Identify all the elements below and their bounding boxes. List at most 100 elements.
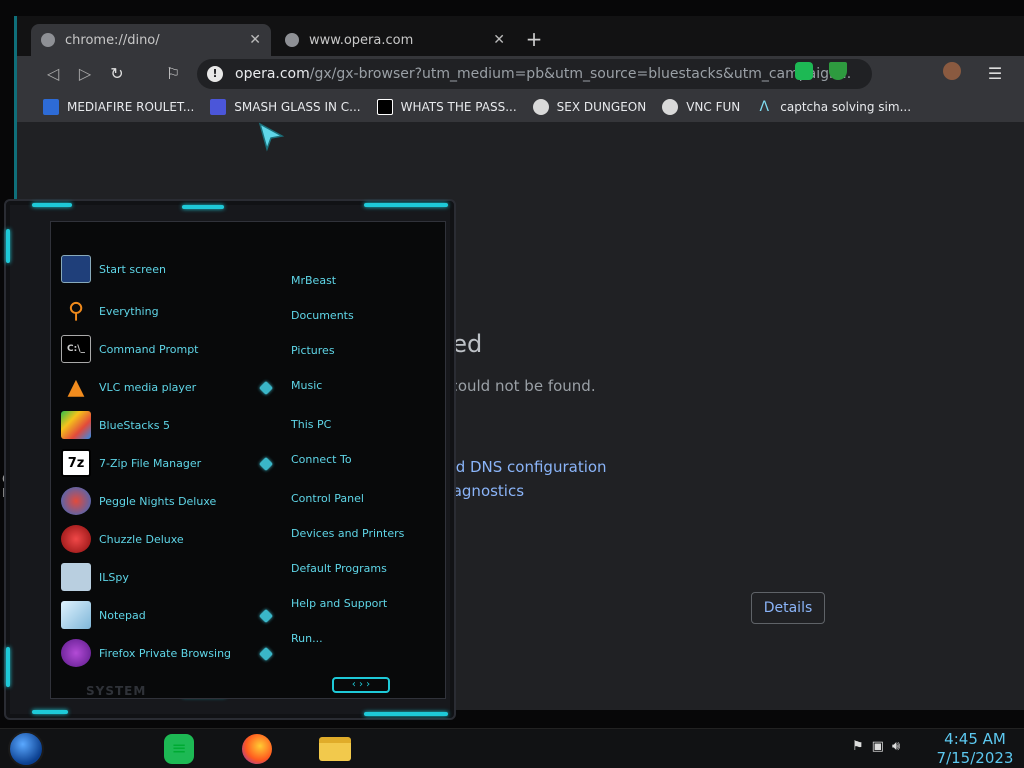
program-label: Start screen xyxy=(99,262,166,276)
tab-strip: chrome://dino/ ✕ www.opera.com ✕ + xyxy=(17,16,1024,56)
start-menu: Start screen ⚲ Everything C:\_ Command P… xyxy=(4,199,456,720)
cursor-icon xyxy=(258,122,285,152)
extension-shield-icon[interactable] xyxy=(829,62,847,80)
submenu-arrow-icon[interactable] xyxy=(258,646,274,662)
place-help-and-support[interactable]: Help and Support xyxy=(291,597,387,610)
place-this-pc[interactable]: This PC xyxy=(291,418,331,431)
details-button[interactable]: Details xyxy=(751,592,825,624)
captcha-icon: Λ xyxy=(759,99,770,115)
close-icon[interactable]: ✕ xyxy=(493,32,505,48)
error-description: s could not be found. xyxy=(437,377,596,395)
url-path: /gx/gx-browser?utm_medium=pb&utm_source=… xyxy=(309,66,852,82)
taskbar: ≡ ⚑ ▣ 🔊︎ 4:45 AM 7/15/2023 xyxy=(0,728,1024,768)
network-icon[interactable]: ▣ xyxy=(872,739,884,754)
program-chuzzle[interactable]: Chuzzle Deluxe xyxy=(61,524,184,554)
program-vlc[interactable]: ▲ VLC media player xyxy=(61,372,197,402)
clock-time: 4:45 AM xyxy=(944,730,1006,748)
bluestacks-icon xyxy=(61,411,91,439)
place-music[interactable]: Music xyxy=(291,379,322,392)
bookmark-captcha[interactable]: Λcaptcha solving sim... xyxy=(756,99,911,115)
tab-title: www.opera.com xyxy=(309,32,414,48)
place-connect-to[interactable]: Connect To xyxy=(291,453,352,466)
menu-icon[interactable]: ☰ xyxy=(983,62,1007,86)
program-peggle[interactable]: Peggle Nights Deluxe xyxy=(61,486,216,516)
info-icon[interactable]: ! xyxy=(207,66,223,82)
chuzzle-icon xyxy=(61,525,91,553)
program-label: Notepad xyxy=(99,608,146,622)
system-label: SYSTEM xyxy=(86,684,147,698)
program-start-screen[interactable]: Start screen xyxy=(61,254,166,284)
tab-dino[interactable]: chrome://dino/ ✕ xyxy=(31,24,271,56)
menu-nav-arrows[interactable]: ‹ › › xyxy=(332,677,390,693)
flag-icon[interactable]: ⚑ xyxy=(852,739,864,754)
url-domain: opera.com xyxy=(235,66,310,82)
bookmark-whats-the-pass[interactable]: WHATS THE PASS... xyxy=(376,99,517,115)
program-label: BlueStacks 5 xyxy=(99,418,171,432)
bookmark-label: VNC FUN xyxy=(686,100,741,114)
terminal-icon: C:\_ xyxy=(61,335,91,363)
place-run[interactable]: Run... xyxy=(291,632,323,645)
browser-toolbar: ◁ ▷ ↻ ⚐ ! opera.com/gx/gx-browser?utm_me… xyxy=(17,56,1024,92)
clock-date: 7/15/2023 xyxy=(936,749,1014,767)
program-bluestacks[interactable]: BlueStacks 5 xyxy=(61,410,170,440)
program-7zip[interactable]: 7z 7-Zip File Manager xyxy=(61,448,201,478)
start-menu-panel: Start screen ⚲ Everything C:\_ Command P… xyxy=(50,221,446,699)
close-icon[interactable]: ✕ xyxy=(249,32,261,48)
place-devices-and-printers[interactable]: Devices and Printers xyxy=(291,527,404,540)
reload-icon[interactable]: ↻ xyxy=(105,62,129,86)
avatar[interactable] xyxy=(943,62,961,80)
ilspy-icon xyxy=(61,563,91,591)
new-tab-button[interactable]: + xyxy=(522,28,546,52)
lock-icon xyxy=(376,99,393,115)
frame-accent xyxy=(32,203,72,207)
program-firefox-private[interactable]: Firefox Private Browsing xyxy=(61,638,231,668)
program-label: Command Prompt xyxy=(99,342,199,356)
bookmark-icon[interactable]: ⚐ xyxy=(161,62,185,86)
clock[interactable]: 4:45 AM 7/15/2023 xyxy=(930,729,1020,767)
bookmark-label: SEX DUNGEON xyxy=(556,100,647,114)
7zip-icon: 7z xyxy=(61,449,91,477)
program-everything[interactable]: ⚲ Everything xyxy=(61,296,159,326)
place-mrbeast[interactable]: MrBeast xyxy=(291,274,336,287)
program-label: 7-Zip File Manager xyxy=(99,456,202,470)
program-notepad[interactable]: Notepad xyxy=(61,600,146,630)
address-bar[interactable]: ! opera.com/gx/gx-browser?utm_medium=pb&… xyxy=(197,59,872,89)
bookmark-label: WHATS THE PASS... xyxy=(400,100,517,114)
frame-accent xyxy=(364,203,448,207)
extension-notes-icon[interactable] xyxy=(795,62,813,80)
frame-accent xyxy=(182,205,224,209)
taskbar-firefox[interactable] xyxy=(240,732,274,766)
submenu-arrow-icon[interactable] xyxy=(258,456,274,472)
bookmark-icon xyxy=(532,99,549,115)
program-ilspy[interactable]: ILSpy xyxy=(61,562,129,592)
place-default-programs[interactable]: Default Programs xyxy=(291,562,387,575)
bookmark-mediafire[interactable]: MEDIAFIRE ROULET... xyxy=(43,99,194,115)
folder-icon xyxy=(319,737,351,761)
submenu-arrow-icon[interactable] xyxy=(258,380,274,396)
smash-icon xyxy=(210,99,227,115)
back-icon[interactable]: ◁ xyxy=(41,62,65,86)
bookmark-vnc-fun[interactable]: VNC FUN xyxy=(662,99,740,115)
place-control-panel[interactable]: Control Panel xyxy=(291,492,364,505)
tab-title: chrome://dino/ xyxy=(65,32,160,48)
place-pictures[interactable]: Pictures xyxy=(291,344,335,357)
bookmark-sex-dungeon[interactable]: SEX DUNGEON xyxy=(532,99,647,115)
dns-config-link[interactable]: and DNS configuration xyxy=(437,458,607,476)
forward-icon[interactable]: ▷ xyxy=(73,62,97,86)
start-button[interactable] xyxy=(8,731,44,767)
submenu-arrow-icon[interactable] xyxy=(258,608,274,624)
firefox-icon xyxy=(242,734,272,764)
notes-icon: ≡ xyxy=(164,734,194,764)
taskbar-notes-app[interactable]: ≡ xyxy=(162,732,196,766)
volume-icon[interactable]: 🔊︎ xyxy=(892,739,900,754)
firefox-private-icon xyxy=(61,639,91,667)
program-label: Everything xyxy=(99,304,159,318)
program-label: VLC media player xyxy=(99,380,197,394)
system-tray: ⚑ ▣ 🔊︎ xyxy=(852,739,900,754)
taskbar-file-explorer[interactable] xyxy=(318,732,352,766)
bookmark-smash-glass[interactable]: SMASH GLASS IN C... xyxy=(210,99,361,115)
tab-opera[interactable]: www.opera.com ✕ xyxy=(275,24,515,56)
place-documents[interactable]: Documents xyxy=(291,309,354,322)
bookmark-icon xyxy=(662,99,679,115)
program-command-prompt[interactable]: C:\_ Command Prompt xyxy=(61,334,199,364)
